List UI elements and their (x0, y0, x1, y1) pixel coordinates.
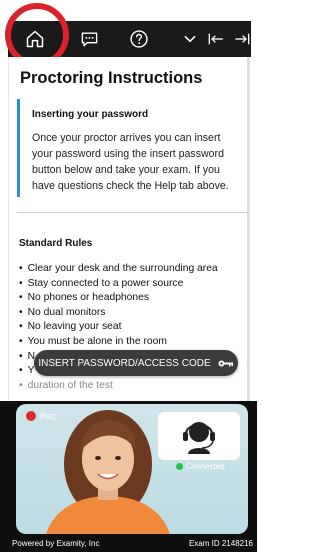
rule-item: Stay connected to a power source (19, 277, 218, 292)
scrollbar[interactable] (247, 57, 249, 401)
dock-left-button[interactable] (204, 21, 228, 57)
rule-item: No dual monitors (19, 306, 218, 321)
home-button[interactable] (12, 21, 58, 57)
divider (17, 212, 247, 213)
password-notice: Inserting your password Once your procto… (17, 99, 239, 197)
collapse-button[interactable] (180, 21, 200, 57)
rule-item: No leaving your seat (19, 320, 218, 335)
connected-dot (176, 463, 183, 470)
rule-item: You must be alone in the room (19, 335, 218, 350)
powered-by: Powered by Examity, Inc (12, 539, 100, 548)
rule-item: Clear your desk and the surrounding area (19, 262, 218, 277)
insert-password-label: INSERT PASSWORD/ACCESS CODE (38, 357, 211, 369)
notice-body: Once your proctor arrives you can insert… (32, 132, 229, 192)
insert-password-button[interactable]: INSERT PASSWORD/ACCESS CODE (34, 350, 238, 376)
key-icon (218, 360, 233, 366)
home-icon (26, 30, 44, 48)
rules-heading: Standard Rules (19, 238, 93, 249)
headset-icon (183, 422, 215, 454)
dock-right-button[interactable] (230, 21, 254, 57)
rec-label: Rec (40, 411, 57, 421)
rule-item-continuation: duration of the test (19, 379, 218, 394)
rec-dot (26, 411, 36, 421)
footer: Powered by Examity, Inc Exam ID 2148216 (0, 538, 257, 552)
chat-icon (81, 31, 97, 47)
page-title: Proctoring Instructions (20, 69, 203, 87)
connection-status: Connected (176, 462, 225, 471)
collapse-left-icon (208, 33, 223, 45)
notice-title: Inserting your password (32, 109, 149, 120)
collapse-right-icon (235, 33, 250, 45)
connected-label: Connected (186, 462, 225, 471)
top-toolbar (0, 0, 257, 67)
help-button[interactable] (122, 21, 156, 57)
webcam-feed: Rec Connected (16, 404, 248, 534)
toolbar-strip (8, 21, 251, 57)
video-area: Rec Connected Powered by Examity, Inc Ex… (0, 401, 257, 552)
help-icon (130, 30, 148, 48)
chevron-down-icon (184, 35, 196, 43)
recording-indicator: Rec (26, 411, 56, 421)
proctor-card (158, 412, 240, 460)
chat-button[interactable] (72, 21, 106, 57)
rule-item: No phones or headphones (19, 291, 218, 306)
exam-id: Exam ID 2148216 (188, 539, 253, 548)
